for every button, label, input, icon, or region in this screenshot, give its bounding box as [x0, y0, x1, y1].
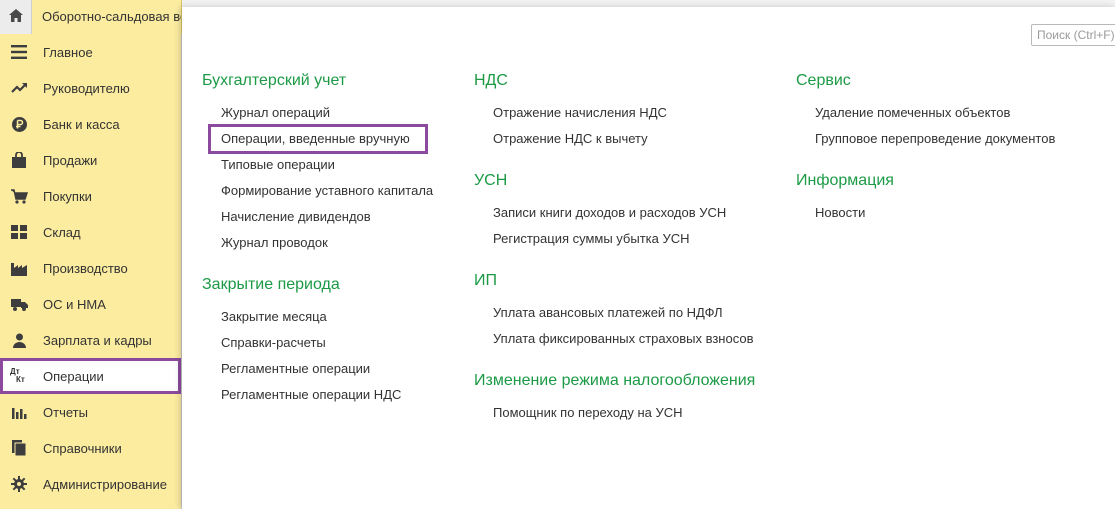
- sidebar-item-label: Зарплата и кадры: [43, 332, 152, 348]
- tab-trial-balance[interactable]: Оборотно-сальдовая ведомость: [32, 0, 182, 34]
- section-title-ip[interactable]: ИП: [474, 271, 755, 291]
- link-usn-ledger-entries[interactable]: Записи книги доходов и расходов УСН: [474, 204, 755, 230]
- sidebar-item-reports[interactable]: Отчеты: [0, 394, 181, 430]
- column-service: Сервис Удаление помеченных объектов Груп…: [796, 71, 1055, 230]
- link-ndfl-advance-payments[interactable]: Уплата авансовых платежей по НДФЛ: [474, 304, 755, 330]
- column-accounting: Бухгалтерский учет Журнал операций Опера…: [202, 71, 433, 412]
- home-button[interactable]: [0, 0, 32, 34]
- sidebar-item-label: Главное: [43, 44, 93, 60]
- link-manual-operations[interactable]: Операции, введенные вручную: [202, 124, 433, 156]
- link-news[interactable]: Новости: [796, 204, 1055, 230]
- sidebar-item-main[interactable]: Главное: [0, 34, 181, 70]
- sidebar-item-label: Продажи: [43, 152, 98, 168]
- sidebar-item-administration[interactable]: Администрирование: [0, 466, 181, 502]
- link-usn-transition-assistant[interactable]: Помощник по переходу на УСН: [474, 404, 755, 430]
- sidebar-item-purchases[interactable]: Покупки: [0, 178, 181, 214]
- sidebar-item-label: Руководителю: [43, 80, 130, 96]
- link-vat-accrual[interactable]: Отражение начисления НДС: [474, 104, 755, 130]
- link-routine-vat-operations[interactable]: Регламентные операции НДС: [202, 386, 433, 412]
- truck-icon: [10, 295, 28, 313]
- section-title-information[interactable]: Информация: [796, 171, 1055, 191]
- link-calculation-certificates[interactable]: Справки-расчеты: [202, 334, 433, 360]
- sections-panel: Главное Руководителю Банк и касса Продаж…: [0, 34, 182, 509]
- section-title-period-closing[interactable]: Закрытие периода: [202, 275, 433, 295]
- search-input[interactable]: [1031, 24, 1115, 46]
- sidebar-item-label: Производство: [43, 260, 128, 276]
- sidebar-item-directories[interactable]: Справочники: [0, 430, 181, 466]
- sidebar-item-payroll[interactable]: Зарплата и кадры: [0, 322, 181, 358]
- sidebar-item-label: Покупки: [43, 188, 92, 204]
- sidebar-item-label: Отчеты: [43, 404, 88, 420]
- sidebar-item-bank[interactable]: Банк и касса: [0, 106, 181, 142]
- debit-credit-icon: Дт Кт: [10, 367, 28, 385]
- link-typical-operations[interactable]: Типовые операции: [202, 156, 433, 182]
- link-dividends[interactable]: Начисление дивидендов: [202, 208, 433, 234]
- warehouse-grid-icon: [10, 223, 28, 241]
- link-share-capital[interactable]: Формирование уставного капитала: [202, 182, 433, 208]
- link-vat-deduction[interactable]: Отражение НДС к вычету: [474, 130, 755, 156]
- sidebar-item-sales[interactable]: Продажи: [0, 142, 181, 178]
- section-title-accounting[interactable]: Бухгалтерский учет: [202, 71, 433, 91]
- sidebar-item-label: Операции: [43, 368, 104, 384]
- sidebar-item-label: Администрирование: [43, 476, 167, 492]
- sidebar-item-manager[interactable]: Руководителю: [0, 70, 181, 106]
- ruble-coin-icon: [10, 115, 28, 133]
- section-title-usn[interactable]: УСН: [474, 171, 755, 191]
- sidebar-item-production[interactable]: Производство: [0, 250, 181, 286]
- sidebar-item-operations[interactable]: Дт Кт Операции: [0, 358, 181, 394]
- sidebar-item-label: Банк и касса: [43, 116, 120, 132]
- sidebar-item-label: Склад: [43, 224, 81, 240]
- factory-icon: [10, 259, 28, 277]
- books-icon: [10, 439, 28, 457]
- link-postings-journal[interactable]: Журнал проводок: [202, 234, 433, 260]
- trend-up-icon: [10, 79, 28, 97]
- shopping-cart-icon: [10, 187, 28, 205]
- operations-section-panel: Бухгалтерский учет Журнал операций Опера…: [182, 7, 1115, 509]
- section-title-service[interactable]: Сервис: [796, 71, 1055, 91]
- credit-label: Кт: [16, 375, 25, 384]
- bar-chart-icon: [10, 403, 28, 421]
- gear-icon: [10, 475, 28, 493]
- link-routine-operations[interactable]: Регламентные операции: [202, 360, 433, 386]
- section-title-tax-mode-change[interactable]: Изменение режима налогообложения: [474, 371, 755, 391]
- home-icon: [8, 9, 23, 25]
- link-fixed-insurance-payments[interactable]: Уплата фиксированных страховых взносов: [474, 330, 755, 356]
- section-title-vat[interactable]: НДС: [474, 71, 755, 91]
- sidebar-item-label: ОС и НМА: [43, 296, 106, 312]
- shopping-bag-icon: [10, 151, 28, 169]
- sidebar-item-fixed-assets[interactable]: ОС и НМА: [0, 286, 181, 322]
- column-taxes: НДС Отражение начисления НДС Отражение Н…: [474, 71, 755, 430]
- sidebar-item-label: Справочники: [43, 440, 122, 456]
- link-group-reposting[interactable]: Групповое перепроведение документов: [796, 130, 1055, 156]
- person-icon: [10, 331, 28, 349]
- link-month-closing[interactable]: Закрытие месяца: [202, 308, 433, 334]
- menu-lines-icon: [10, 43, 28, 61]
- link-usn-loss-registration[interactable]: Регистрация суммы убытка УСН: [474, 230, 755, 256]
- link-delete-marked-objects[interactable]: Удаление помеченных объектов: [796, 104, 1055, 130]
- sidebar-item-warehouse[interactable]: Склад: [0, 214, 181, 250]
